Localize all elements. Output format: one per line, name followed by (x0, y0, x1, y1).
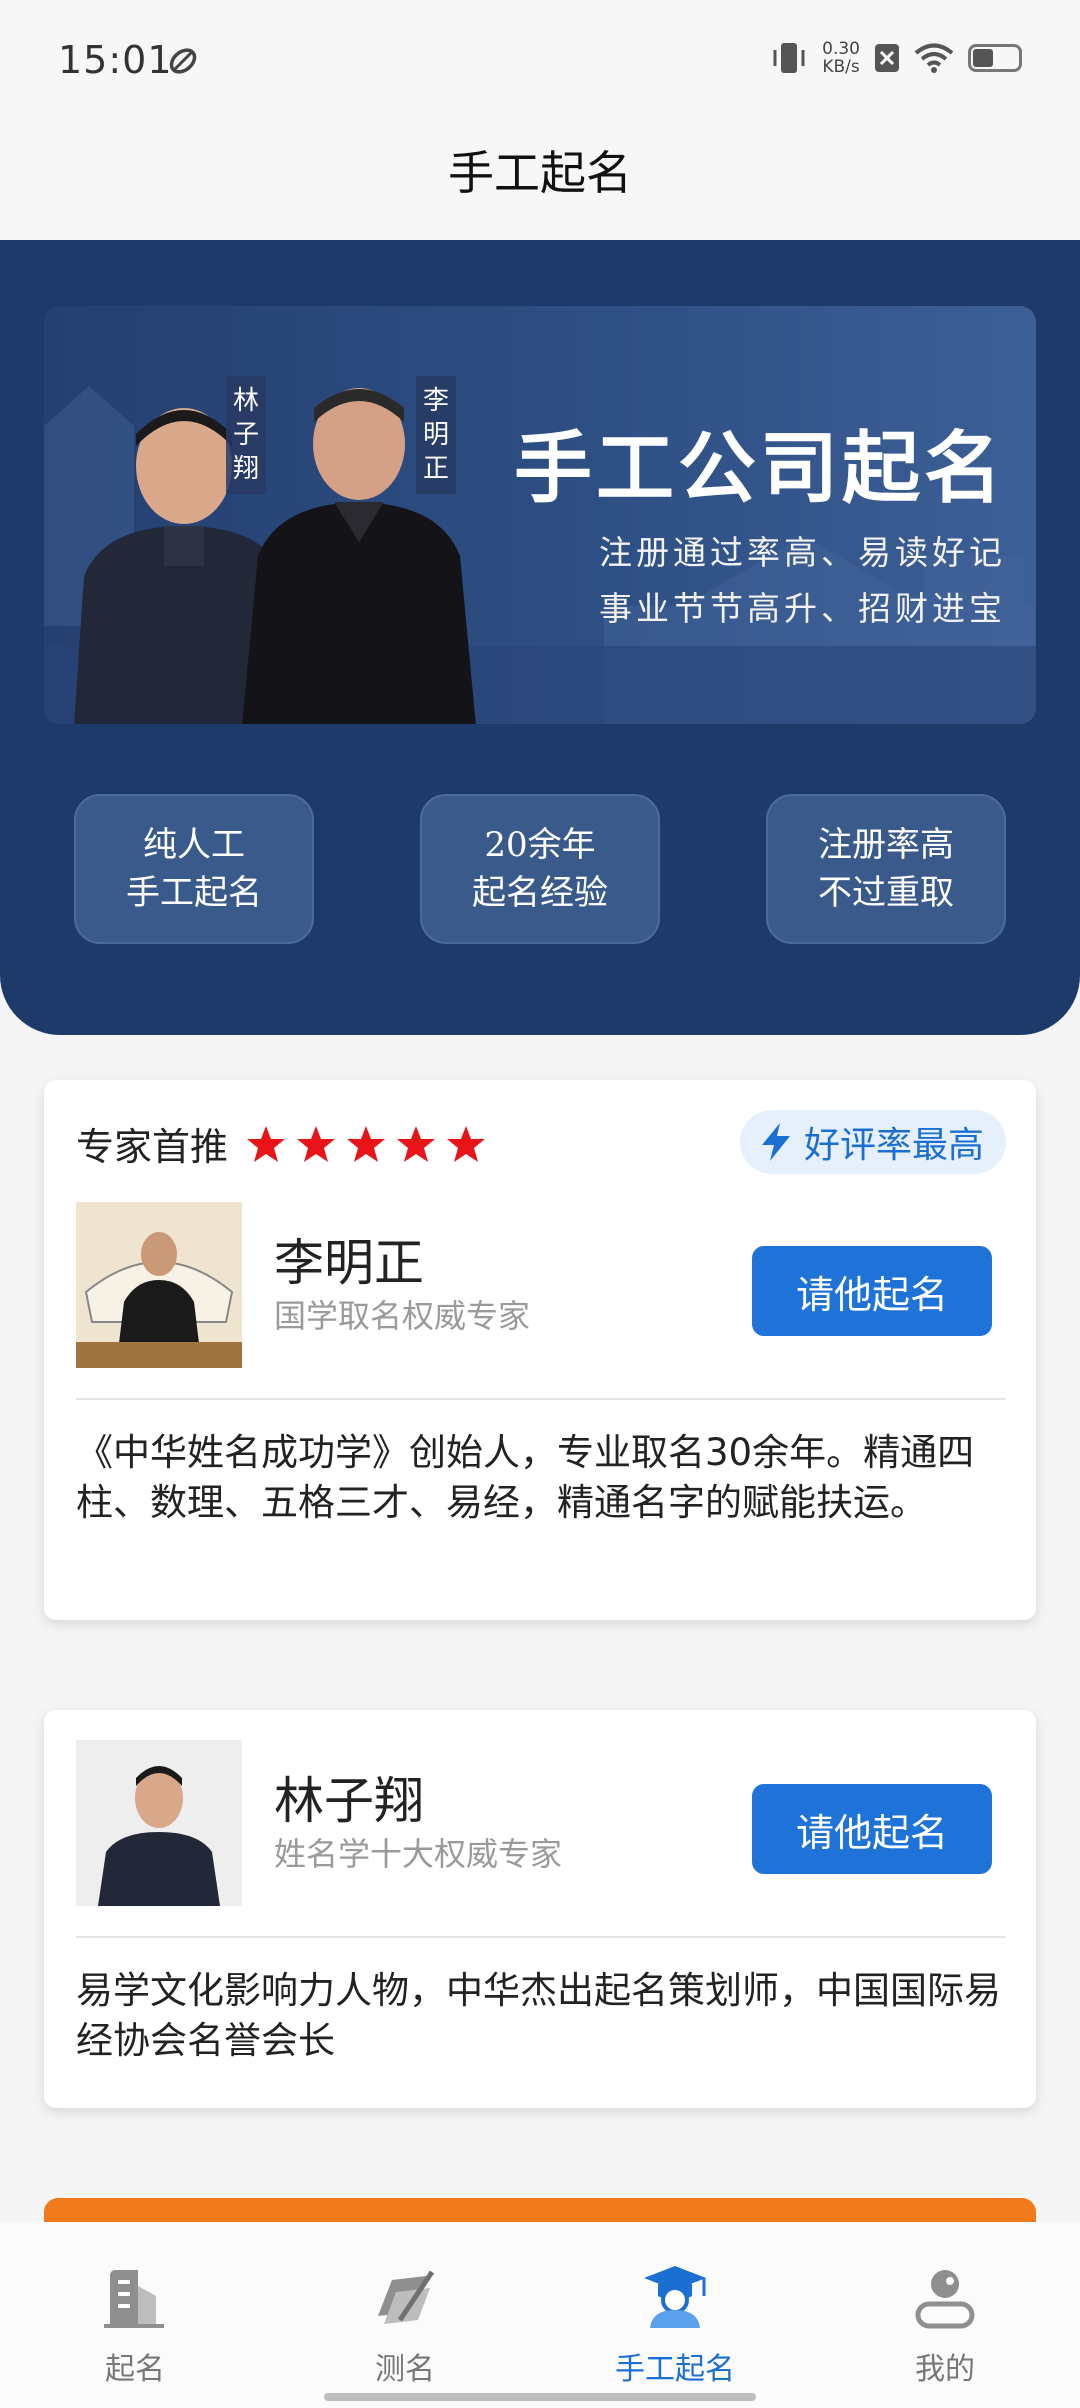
status-time: 15:01 (58, 38, 173, 82)
nav-bar: 手工起名 (0, 100, 1080, 240)
expert-title: 姓名学十大权威专家 (274, 1835, 563, 1873)
star-icon (397, 1125, 436, 1162)
hero-section: 林子翔 李明正 手工公司起名 注册通过率高、易读好记 事业节节高升、招财进宝 纯… (0, 240, 1080, 1035)
book-pen-icon (378, 2270, 435, 2324)
vibrate-icon (773, 43, 805, 73)
tab-label: 测名 (375, 2352, 435, 2387)
star-icon (247, 1125, 286, 1162)
divider (76, 1398, 1006, 1400)
recommend-header: 专家首推 (76, 1116, 486, 1171)
expert-row: 林子翔 姓名学十大权威专家 (76, 1740, 562, 1906)
expert-title: 国学取名权威专家 (274, 1297, 531, 1335)
battery-icon (968, 44, 1022, 72)
expert-info: 林子翔 姓名学十大权威专家 (274, 1770, 562, 1876)
banner-subline-2: 事业节节高升、招财进宝 (599, 589, 1006, 628)
banner-headline: 手工公司起名 (513, 423, 1006, 514)
feature-line1: 20余年 (484, 825, 596, 865)
badge-label: 好评率最高 (803, 1125, 984, 1166)
page: 15:01 0.30 KB/s 手工起名 林 子 翔 李 明 正 手工公司起名 … (0, 0, 1080, 2408)
tab-label: 起名 (105, 2352, 165, 2387)
tab-manual-naming[interactable]: 手工起名 (540, 2222, 810, 2408)
promo-banner[interactable]: 林子翔 李明正 手工公司起名 注册通过率高、易读好记 事业节节高升、招财进宝 (44, 306, 1036, 724)
expert-description: 易学文化影响力人物，中华杰出起名策划师，中国国际易经协会名誉会长 (76, 1969, 1001, 2062)
star-icon (297, 1125, 336, 1162)
tab-naming[interactable]: 起名 (0, 2222, 270, 2408)
home-indicator[interactable] (324, 2393, 756, 2401)
no-sim-icon (875, 44, 899, 72)
expert-photo (76, 1740, 242, 1906)
expert-name: 李明正 (274, 1234, 424, 1292)
star-icon (347, 1125, 386, 1162)
feature-experience: 20余年 起名经验 (420, 794, 660, 944)
request-naming-button[interactable]: 请他起名 (752, 1246, 992, 1336)
top-rating-badge: 好评率最高 (739, 1110, 1006, 1174)
banner-name-tag-lin: 林子翔 (226, 376, 266, 494)
net-speed-unit: KB/s (822, 57, 860, 77)
feature-line2: 不过重取 (818, 873, 954, 913)
star-icon (447, 1125, 486, 1162)
tab-mine[interactable]: 我的 (810, 2222, 1080, 2408)
expert-card-li: 专家首推 好评率最高 李明正 国学取名权威专家 请他起名 《中华姓名成功学》创始… (44, 1080, 1036, 1620)
avatar (76, 1740, 242, 1906)
page-title: 手工起名 (448, 146, 632, 200)
feature-line1: 注册率高 (818, 825, 954, 865)
tab-label: 手工起名 (615, 2352, 735, 2387)
tab-test-name[interactable]: 测名 (270, 2222, 540, 2408)
net-speed: 0.30 KB/s (822, 40, 860, 76)
bottom-tab-bar: 起名 测名 手工起名 我的 (0, 2222, 1080, 2408)
graduate-icon (644, 2266, 706, 2328)
banner-subline-1: 注册通过率高、易读好记 (599, 533, 1006, 572)
building-icon (104, 2270, 164, 2328)
banner-name-tag-li: 李明正 (416, 376, 456, 494)
expert-card-lin: 林子翔 姓名学十大权威专家 请他起名 易学文化影响力人物，中华杰出起名策划师，中… (44, 1710, 1036, 2108)
user-icon (915, 2270, 975, 2329)
tab-label: 我的 (915, 2352, 975, 2387)
feature-line2: 起名经验 (472, 873, 608, 913)
status-bar: 15:01 0.30 KB/s (0, 0, 1080, 100)
net-speed-value: 0.30 (822, 39, 860, 59)
feature-list: 纯人工 手工起名 20余年 起名经验 注册率高 不过重取 (74, 794, 1006, 944)
expert-description: 《中华姓名成功学》创始人，专业取名30余年。精通四柱、数理、五格三才、易经，精通… (76, 1431, 975, 1524)
wifi-icon (914, 43, 954, 73)
request-naming-button[interactable]: 请他起名 (752, 1784, 992, 1874)
status-icons: 0.30 KB/s (770, 38, 1022, 78)
feature-line1: 纯人工 (143, 825, 245, 865)
expert-info: 李明正 国学取名权威专家 (274, 1232, 530, 1338)
expert-photo (76, 1202, 242, 1368)
feature-registration-rate: 注册率高 不过重取 (766, 794, 1006, 944)
avatar (76, 1202, 242, 1368)
feature-line2: 手工起名 (126, 873, 262, 913)
expert-name: 林子翔 (274, 1772, 424, 1830)
expert-row: 李明正 国学取名权威专家 (76, 1202, 530, 1368)
feature-pure-manual: 纯人工 手工起名 (74, 794, 314, 944)
leaf-icon (169, 48, 197, 74)
lightning-icon (761, 1123, 790, 1161)
recommend-label: 专家首推 (76, 1125, 229, 1169)
rating-stars (246, 1124, 486, 1164)
divider (76, 1936, 1006, 1938)
